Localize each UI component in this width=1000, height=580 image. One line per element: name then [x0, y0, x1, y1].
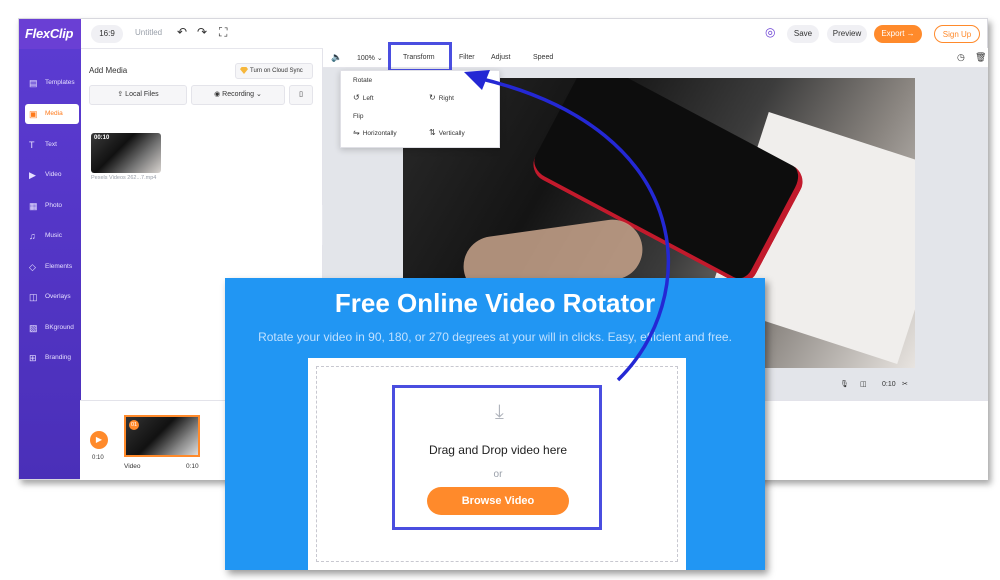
rail-item-music[interactable]: ♫ Music — [25, 226, 79, 246]
card-title: Free Online Video Rotator — [334, 288, 656, 318]
rotate-right-button[interactable]: ↻ Right — [429, 93, 454, 102]
cloud-sync-label: Turn on Cloud Sync — [250, 68, 303, 74]
player-controls: 🎙 ◫ 0:10 ✂ — [840, 380, 1000, 400]
rail-item-label: Branding — [45, 354, 72, 361]
flip-horizontal-button[interactable]: ⇋ Horizontally — [353, 128, 397, 137]
panel-title: Add Media — [89, 66, 128, 75]
rail-item-label: BKground — [45, 324, 74, 331]
recording-label: Recording — [222, 91, 255, 98]
chevron-down-icon: ⌄ — [254, 91, 262, 98]
adjust-button[interactable]: Adjust — [491, 54, 510, 61]
rail-item-branding[interactable]: ⊞ Branding — [25, 348, 79, 368]
rotate-right-label: Right — [438, 95, 454, 102]
timeline-time: 0:10 — [92, 455, 104, 461]
redo-icon[interactable]: ↷ — [197, 25, 207, 39]
music-icon: ♫ — [29, 231, 36, 241]
media-icon: ▣ — [29, 109, 38, 119]
local-files-label: Local Files — [125, 91, 159, 98]
cloud-sync-button[interactable]: Turn on Cloud Sync — [235, 63, 313, 79]
rotate-left-button[interactable]: ↺ Left — [353, 93, 374, 102]
rail-item-elements[interactable]: ◇ Elements — [25, 257, 79, 277]
rail-item-label: Overlays — [45, 293, 71, 300]
filter-button[interactable]: Filter — [459, 54, 475, 61]
drop-zone-highlight-box — [392, 385, 602, 530]
branding-icon: ⊞ — [29, 353, 37, 363]
preview-button[interactable]: Preview — [827, 25, 867, 43]
screenshot-stage: FlexClip 16:9 Untitled ↶ ↷ ⛶ ◎ Save Prev… — [0, 0, 1000, 580]
rail-item-label: Photo — [45, 202, 62, 209]
rail-item-background[interactable]: ▧ BKground — [25, 318, 79, 338]
rotate-section-label: Rotate — [353, 77, 373, 84]
sign-up-button[interactable]: Sign Up — [934, 25, 980, 43]
left-rail: ▤ Templates ▣ Media T Text ▶ Video ▦ Photo ♫ M… — [19, 49, 81, 479]
transform-dropdown: Rotate ↺ Left ↻ Right Flip ⇋ Horizontally ⇅… — [340, 70, 500, 148]
card-subtitle: Rotate your video in 90, 180, or 270 deg… — [258, 330, 732, 344]
rotate-right-icon: ↻ — [429, 93, 436, 102]
microphone-icon[interactable]: 🎙 — [840, 380, 849, 388]
clip-duration: 0:10 — [186, 463, 199, 470]
rail-item-media[interactable]: ▣ Media — [25, 104, 79, 124]
top-bar: FlexClip 16:9 Untitled ↶ ↷ ⛶ ◎ Save Prev… — [19, 19, 987, 49]
overlays-icon: ◫ — [29, 292, 38, 302]
zoom-select[interactable]: 100% ⌄ — [357, 54, 383, 62]
rail-item-label: Music — [45, 232, 62, 239]
flip-horizontal-icon: ⇋ — [353, 128, 360, 137]
clip-label: Video — [124, 463, 141, 470]
play-button[interactable]: ▶ — [90, 431, 108, 449]
rail-item-label: Text — [45, 141, 57, 148]
media-thumbnail[interactable]: 00:10 — [91, 133, 161, 173]
scissors-icon[interactable]: ✂ — [902, 380, 908, 388]
text-icon: T — [29, 140, 35, 150]
record-icon: ◉ — [214, 91, 223, 98]
flip-horizontal-label: Horizontally — [362, 130, 397, 137]
templates-icon: ▤ — [29, 78, 38, 88]
local-files-button[interactable]: ⇪ Local Files — [89, 85, 187, 105]
speed-button[interactable]: Speed — [533, 54, 553, 61]
undo-icon[interactable]: ↶ — [177, 25, 187, 39]
rail-item-video[interactable]: ▶ Video — [25, 165, 79, 185]
fullscreen-icon[interactable]: ⛶ — [219, 25, 227, 40]
recording-button[interactable]: ◉ Recording ⌄ — [191, 85, 285, 105]
export-button[interactable]: Export → — [874, 25, 922, 43]
phone-icon: ▯ — [299, 91, 303, 98]
background-icon: ▧ — [29, 323, 38, 333]
transform-highlight-box — [388, 42, 452, 72]
player-time: 0:10 — [882, 381, 896, 388]
flip-vertical-icon: ⇅ — [429, 128, 436, 137]
rail-item-label: Templates — [45, 79, 75, 86]
rail-item-label: Video — [45, 171, 62, 178]
document-title[interactable]: Untitled — [135, 28, 162, 37]
flip-section-label: Flip — [353, 113, 364, 120]
rail-item-templates[interactable]: ▤ Templates — [25, 73, 79, 93]
rotate-left-label: Left — [362, 95, 374, 102]
video-icon: ▶ — [29, 170, 36, 180]
aspect-ratio-button[interactable]: 16:9 — [91, 25, 123, 43]
rotate-left-icon: ↺ — [353, 93, 360, 102]
phone-upload-button[interactable]: ▯ — [289, 85, 313, 105]
rail-item-text[interactable]: T Text — [25, 135, 79, 155]
flip-vertical-button[interactable]: ⇅ Vertically — [429, 128, 465, 137]
rail-item-photo[interactable]: ▦ Photo — [25, 196, 79, 216]
flip-vertical-label: Vertically — [438, 130, 465, 137]
chat-icon[interactable]: ◎ — [765, 25, 775, 39]
clock-icon[interactable]: ◷ — [957, 52, 965, 63]
diamond-icon — [240, 67, 248, 74]
zoom-value: 100% — [357, 55, 375, 62]
volume-icon[interactable]: 🔈 — [331, 52, 342, 63]
clip-number-badge: 01 — [129, 420, 139, 430]
save-button[interactable]: Save — [787, 25, 819, 43]
photo-icon: ▦ — [29, 201, 38, 211]
timeline-clip[interactable]: 01 — [124, 415, 200, 457]
thumbnail-duration: 00:10 — [94, 135, 110, 141]
thumbnail-filename: Pexels Videos 262...7.mp4 — [91, 175, 157, 181]
elements-icon: ◇ — [29, 262, 36, 272]
rail-item-label: Elements — [45, 263, 73, 270]
split-icon[interactable]: ◫ — [860, 380, 867, 388]
rail-item-label: Media — [45, 110, 63, 117]
app-logo: FlexClip — [25, 26, 74, 41]
upload-icon: ⇪ — [117, 91, 126, 98]
rail-item-overlays[interactable]: ◫ Overlays — [25, 287, 79, 307]
trash-icon[interactable]: 🗑 — [975, 52, 986, 63]
